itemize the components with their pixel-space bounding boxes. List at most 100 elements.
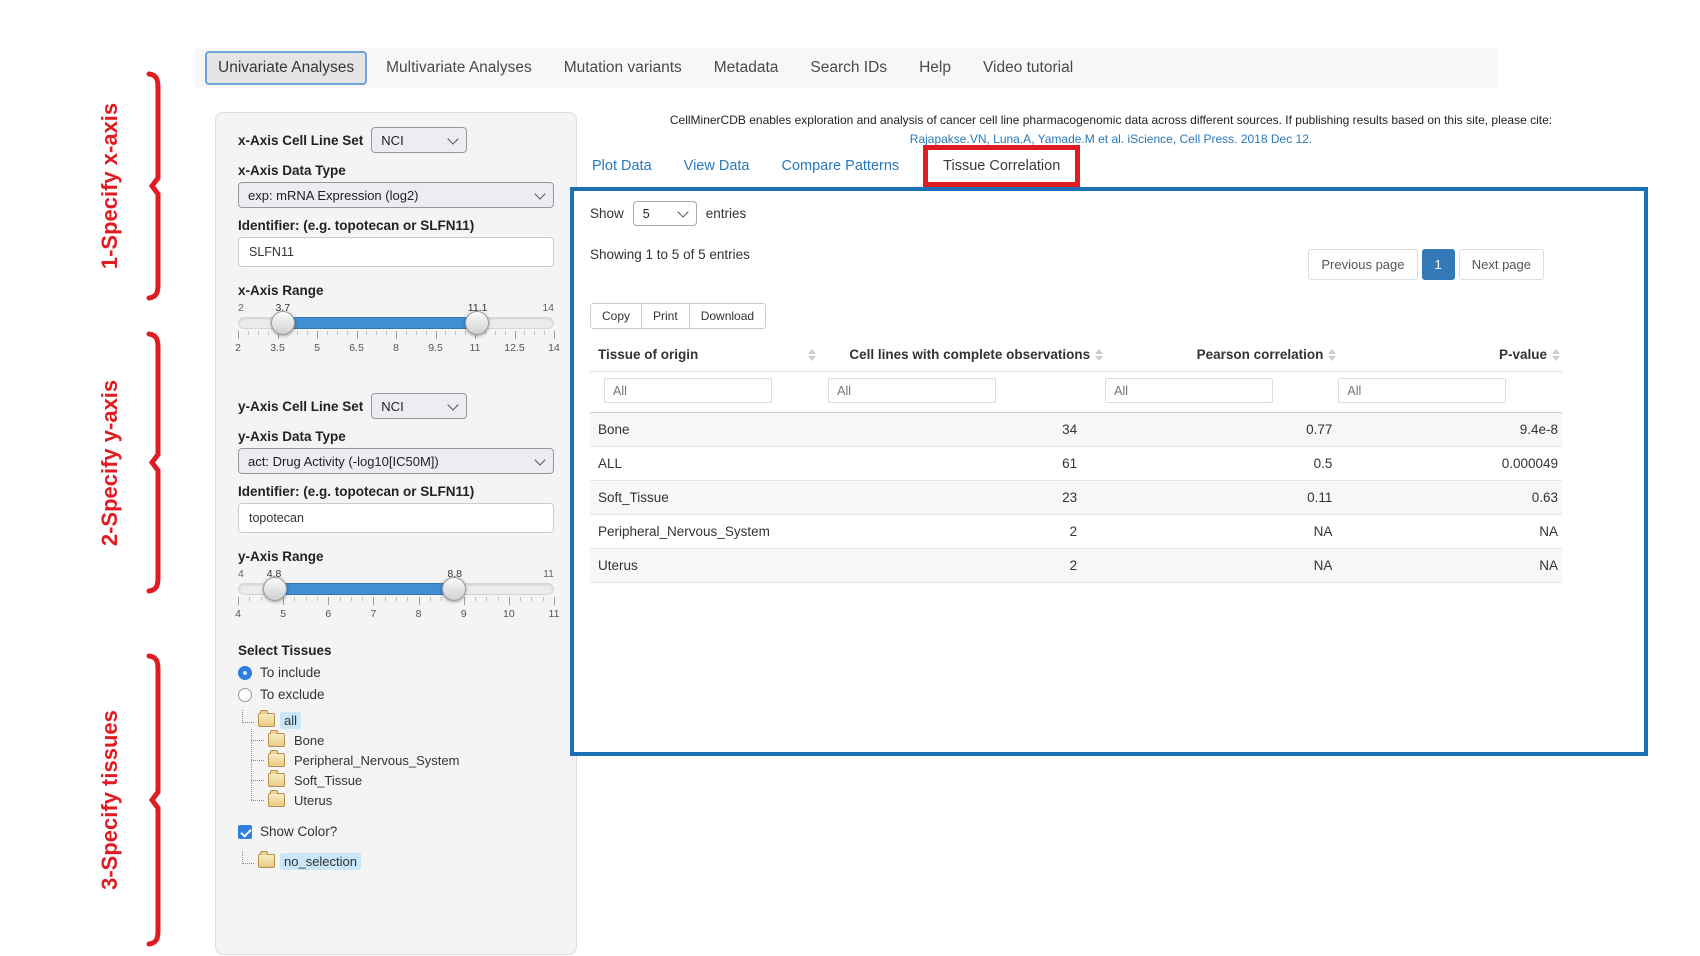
x-cell-line-set-value: NCI	[381, 133, 403, 148]
citation-text: CellMinerCDB enables exploration and ana…	[575, 113, 1647, 127]
folder-icon	[258, 854, 275, 868]
annotation-label: 2-Specify y-axis	[97, 379, 123, 545]
folder-icon	[258, 713, 275, 727]
radio-to-exclude[interactable]: To exclude	[238, 687, 554, 702]
citation-link[interactable]: Rajapakse.VN, Luna.A, Yamade.M et al. iS…	[575, 132, 1647, 146]
column-header-tissue-of-origin[interactable]: Tissue of origin	[590, 341, 828, 372]
showing-entries-text: Showing 1 to 5 of 5 entries	[590, 247, 750, 262]
pagination: Previous page 1 Next page	[1308, 249, 1544, 280]
annotation-specify-y-axis: 2-Specify y-axis	[84, 330, 172, 595]
slider-grid: 23.556.589.51112.514	[238, 331, 554, 357]
tab-plot-data[interactable]: Plot Data	[592, 158, 652, 174]
y-axis-range-slider[interactable]: 44.88.8114567891011	[238, 568, 554, 623]
sort-icon	[808, 349, 816, 361]
y-identifier-input[interactable]	[238, 503, 554, 533]
x-axis-range-slider[interactable]: 23.711.11423.556.589.51112.514	[238, 302, 554, 357]
column-header-cell-lines-with-complete-observations[interactable]: Cell lines with complete observations	[828, 341, 1105, 372]
content-tabs: Plot Data View Data Compare Patterns Tissue…	[592, 145, 1072, 187]
y-data-type-select[interactable]: act: Drug Activity (-log10[IC50M])	[238, 448, 554, 474]
tree-connector	[242, 710, 254, 723]
nav-tab-univariate-analyses[interactable]: Univariate Analyses	[205, 51, 367, 85]
tab-tissue-correlation[interactable]: Tissue Correlation	[943, 158, 1060, 174]
folder-icon	[268, 773, 285, 787]
tree-item-soft-tissue[interactable]: Soft_Tissue	[251, 770, 554, 790]
nav-tab-help[interactable]: Help	[906, 51, 964, 85]
y-cell-line-set-select[interactable]: NCI	[371, 393, 467, 419]
nav-tab-metadata[interactable]: Metadata	[701, 51, 792, 85]
filter-input-cell-lines-with-complete-observations[interactable]	[828, 378, 996, 403]
chevron-down-icon	[448, 133, 459, 144]
filter-input-pearson-correlation[interactable]	[1105, 378, 1273, 403]
annotation-specify-x-axis: 1-Specify x-axis	[84, 70, 172, 302]
x-cell-line-set-select[interactable]: NCI	[371, 127, 467, 153]
annotation-label: 1-Specify x-axis	[97, 103, 123, 269]
tree-item-no-selection[interactable]: no_selection	[280, 853, 361, 870]
next-page-button[interactable]: Next page	[1459, 249, 1544, 280]
y-cell-line-set-value: NCI	[381, 399, 403, 414]
folder-icon	[268, 733, 285, 747]
copy-button[interactable]: Copy	[590, 303, 642, 329]
slider-handle-to[interactable]	[442, 577, 466, 601]
table-cell: NA	[1105, 515, 1338, 549]
slider-handle-to[interactable]	[465, 311, 489, 335]
x-cell-line-set-label: x-Axis Cell Line Set	[238, 133, 363, 148]
tissue-correlation-table: Tissue of origin Cell lines with complete…	[590, 341, 1562, 583]
page-size-select[interactable]: 5	[633, 201, 697, 226]
tissue-correlation-panel: Show 5 entries Showing 1 to 5 of 5 entri…	[570, 187, 1648, 756]
tab-compare-patterns[interactable]: Compare Patterns	[781, 158, 899, 174]
tree-item-peripheral-nervous-system[interactable]: Peripheral_Nervous_System	[251, 750, 554, 770]
table-cell: ALL	[590, 447, 828, 481]
slider-handle-from[interactable]	[271, 311, 295, 335]
nav-tab-video-tutorial[interactable]: Video tutorial	[970, 51, 1086, 85]
filter-input-tissue-of-origin[interactable]	[604, 378, 772, 403]
slider-value-label: 4	[238, 568, 244, 580]
y-data-type-value: act: Drug Activity (-log10[IC50M])	[248, 454, 439, 469]
slider-grid: 4567891011	[238, 597, 554, 623]
bracket-icon	[142, 330, 168, 595]
x-identifier-input[interactable]	[238, 237, 554, 267]
table-cell: 9.4e-8	[1338, 413, 1562, 447]
slider-value-label: 2	[238, 302, 244, 314]
tree-item-label: Soft_Tissue	[290, 772, 366, 789]
tree-item-uterus[interactable]: Uterus	[251, 790, 554, 810]
slider-handle-from[interactable]	[263, 577, 287, 601]
page-1-button[interactable]: 1	[1422, 249, 1455, 280]
print-button[interactable]: Print	[641, 303, 690, 329]
bracket-icon	[142, 70, 168, 302]
tree-item-bone[interactable]: Bone	[251, 730, 554, 750]
download-button[interactable]: Download	[689, 303, 766, 329]
show-label: Show	[590, 206, 624, 221]
column-header-label: Pearson correlation	[1197, 347, 1324, 362]
nav-tab-mutation-variants[interactable]: Mutation variants	[551, 51, 695, 85]
annotation-specify-tissues: 3-Specify tissues	[84, 652, 172, 948]
nav-tab-search-ids[interactable]: Search IDs	[797, 51, 900, 85]
tree-item-label: Bone	[290, 732, 328, 749]
top-nav: Univariate AnalysesMultivariate Analyses…	[195, 48, 1497, 88]
tab-view-data[interactable]: View Data	[684, 158, 750, 174]
radio-to-include[interactable]: To include	[238, 665, 554, 680]
table-cell: Peripheral_Nervous_System	[590, 515, 828, 549]
column-header-pearson-correlation[interactable]: Pearson correlation	[1105, 341, 1338, 372]
sort-icon	[1328, 349, 1336, 361]
y-data-type-label: y-Axis Data Type	[238, 429, 554, 444]
column-header-label: Cell lines with complete observations	[849, 347, 1090, 362]
tree-item-label: Peripheral_Nervous_System	[290, 752, 463, 769]
filter-input-p-value[interactable]	[1338, 378, 1506, 403]
table-cell: 0.77	[1105, 413, 1338, 447]
tree-connector	[242, 851, 254, 864]
column-header-p-value[interactable]: P-value	[1338, 341, 1562, 372]
column-header-label: P-value	[1499, 347, 1547, 362]
radio-icon	[238, 666, 252, 680]
slider-selected-range	[283, 317, 479, 329]
annotation-red-box: Tissue Correlation	[923, 145, 1080, 187]
table-row: Soft_Tissue230.110.63	[590, 481, 1562, 515]
table-cell: 2	[828, 549, 1105, 583]
table-cell: Uterus	[590, 549, 828, 583]
tree-item-all[interactable]: all	[280, 712, 301, 729]
show-color-checkbox[interactable]: Show Color?	[238, 824, 554, 839]
x-data-type-select[interactable]: exp: mRNA Expression (log2)	[238, 182, 554, 208]
page-size-value: 5	[643, 207, 650, 221]
table-row: Uterus2NANA	[590, 549, 1562, 583]
nav-tab-multivariate-analyses[interactable]: Multivariate Analyses	[373, 51, 545, 85]
previous-page-button[interactable]: Previous page	[1308, 249, 1417, 280]
